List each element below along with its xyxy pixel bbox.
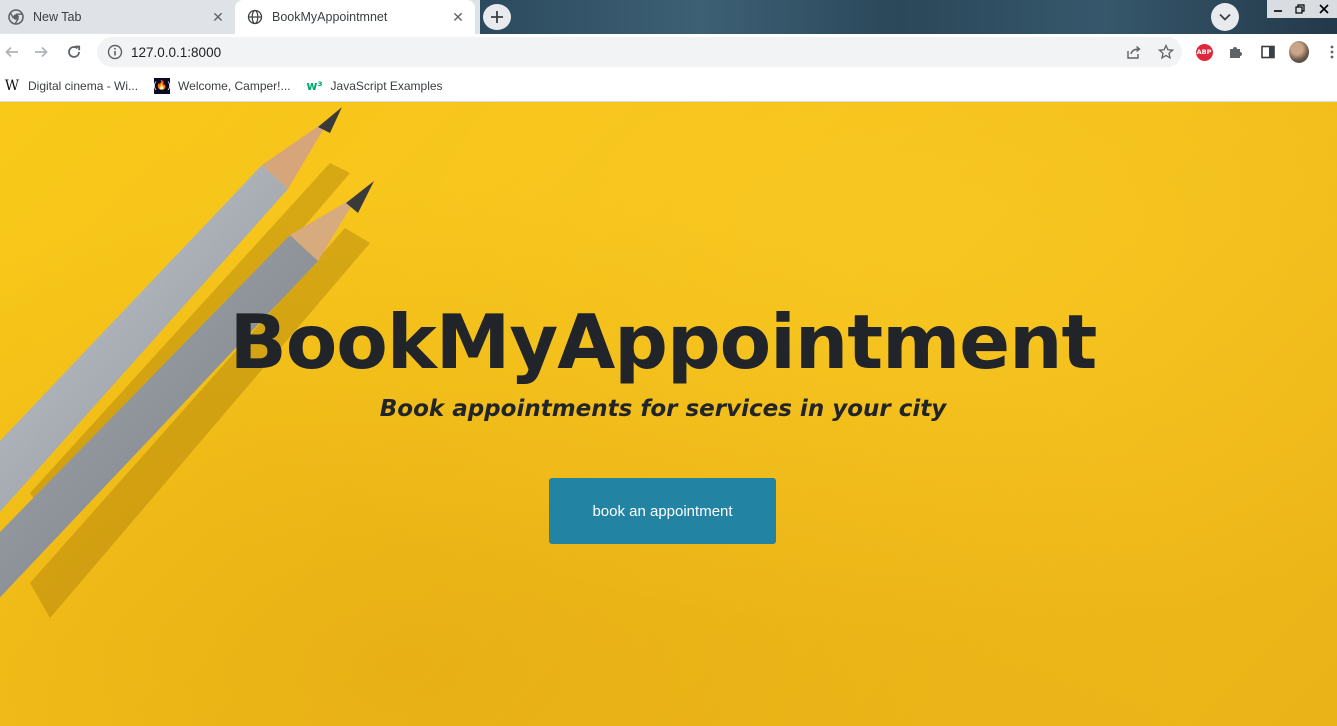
tab-new-tab[interactable]: New Tab ✕: [0, 0, 235, 34]
extensions-button[interactable]: [1226, 42, 1246, 62]
book-appointment-button[interactable]: book an appointment: [549, 478, 776, 544]
page-viewport: BookMyAppointment Book appointments for …: [0, 103, 1337, 726]
bookmark-w3schools[interactable]: w³ JavaScript Examples: [306, 78, 443, 94]
share-icon: [1127, 45, 1141, 59]
address-bar[interactable]: 127.0.0.1:8000: [97, 37, 1182, 67]
freecodecamp-icon: (🔥): [153, 77, 171, 94]
menu-button[interactable]: [1322, 42, 1337, 62]
reload-button[interactable]: [62, 40, 86, 64]
tab-title: New Tab: [33, 10, 82, 24]
window-close-button[interactable]: [1311, 0, 1337, 18]
new-tab-button[interactable]: [483, 4, 511, 30]
bookmarks-bar: W Digital cinema - Wi... (🔥) Welcome, Ca…: [0, 70, 1337, 102]
minimize-icon: [1274, 10, 1282, 12]
profile-button[interactable]: [1289, 41, 1309, 63]
bookmark-label: Welcome, Camper!...: [178, 78, 291, 93]
bookmark-label: Digital cinema - Wi...: [28, 78, 139, 93]
url-text[interactable]: 127.0.0.1:8000: [131, 45, 221, 60]
star-icon: [1158, 44, 1174, 60]
window-controls: [1267, 0, 1337, 18]
w3schools-icon: w³: [306, 78, 323, 93]
forward-arrow-icon: [35, 46, 48, 58]
bookmark-freecodecamp[interactable]: (🔥) Welcome, Camper!...: [153, 77, 291, 94]
close-icon[interactable]: ✕: [449, 8, 467, 26]
bookmark-star-button[interactable]: [1150, 37, 1182, 67]
adblock-extension-button[interactable]: ABP: [1194, 42, 1214, 62]
close-icon: [1319, 4, 1329, 14]
share-button[interactable]: [1118, 37, 1150, 67]
wikipedia-icon: W: [4, 77, 20, 94]
tab-strip: New Tab ✕ BookMyAppointmnet ✕: [0, 0, 1337, 34]
hero-subtitle: Book appointments for services in your c…: [379, 396, 947, 422]
bookmark-wikipedia[interactable]: W Digital cinema - Wi...: [4, 78, 138, 94]
side-panel-icon: [1261, 45, 1275, 59]
reload-icon: [68, 45, 81, 58]
bookmark-label: JavaScript Examples: [330, 78, 443, 93]
minimize-button[interactable]: [1267, 0, 1289, 18]
forward-button[interactable]: [29, 40, 53, 64]
restore-icon: [1295, 4, 1305, 14]
chevron-down-icon: [1219, 13, 1231, 21]
tab-bookmyappointment[interactable]: BookMyAppointmnet ✕: [235, 0, 475, 34]
tab-search-button[interactable]: [1211, 3, 1239, 31]
info-icon[interactable]: [107, 44, 123, 60]
back-button[interactable]: [0, 40, 24, 64]
side-panel-button[interactable]: [1258, 42, 1278, 62]
browser-toolbar: 127.0.0.1:8000 ABP: [0, 34, 1337, 70]
close-icon[interactable]: ✕: [209, 8, 227, 26]
chrome-icon: [8, 9, 24, 25]
puzzle-icon: [1230, 47, 1242, 58]
hero-title: BookMyAppointment: [229, 298, 1098, 386]
adblock-icon: ABP: [1195, 43, 1213, 61]
restore-button[interactable]: [1289, 0, 1311, 18]
tab-title: BookMyAppointmnet: [272, 10, 388, 24]
back-arrow-icon: [5, 46, 18, 58]
plus-icon: [491, 11, 503, 23]
avatar: [1289, 41, 1309, 63]
kebab-menu-icon: [1330, 45, 1334, 59]
globe-icon: [247, 9, 263, 25]
